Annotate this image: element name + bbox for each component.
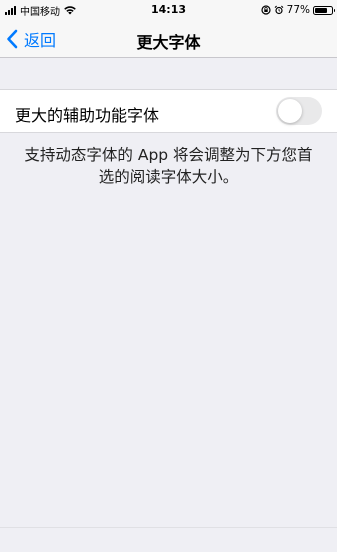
alarm-icon	[274, 5, 284, 15]
page-title: 更大字体	[136, 33, 201, 52]
battery-fill	[315, 7, 327, 13]
bottom-divider	[0, 527, 337, 528]
battery-percent: 77%	[286, 4, 310, 16]
toggle-knob	[278, 99, 302, 123]
larger-accessibility-sizes-toggle[interactable]	[276, 97, 322, 125]
setting-label: 更大的辅助功能字体	[15, 106, 160, 125]
rotation-lock-icon	[261, 5, 271, 15]
navigation-bar: 返回 更大字体	[0, 20, 337, 58]
setting-description: 支持动态字体的 App 将会调整为下方您首选的阅读字体大小。	[24, 146, 313, 186]
status-bar: 中国移动 14:13 77%	[0, 0, 337, 20]
larger-accessibility-sizes-row: 更大的辅助功能字体	[0, 89, 337, 133]
status-right: 77%	[261, 3, 335, 17]
battery-icon	[313, 5, 335, 15]
